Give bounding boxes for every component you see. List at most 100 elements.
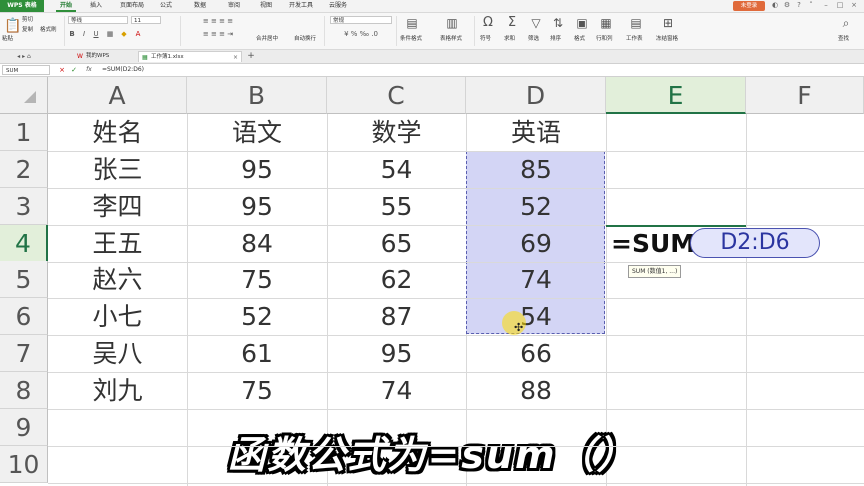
cell-c1[interactable]: 数学 [327,114,466,151]
cell-a4[interactable]: 王五 [48,225,187,262]
cell-d7[interactable]: 66 [466,335,606,372]
collapse-icon[interactable]: ˄ [807,1,815,10]
column-header-d[interactable]: D [466,77,606,114]
cell-b5[interactable]: 75 [187,261,327,298]
freeze-icon[interactable]: ⊞ [660,15,676,31]
paste-button[interactable]: 粘贴 [2,35,13,43]
cell-c7[interactable]: 95 [327,335,466,372]
cell-b8[interactable]: 75 [187,372,327,409]
cell-a5[interactable]: 赵六 [48,261,187,298]
cell-a2[interactable]: 张三 [48,151,187,188]
border-icon[interactable]: ▦ [106,29,114,39]
cell-d6[interactable]: 54 [466,298,606,335]
app-menu-button[interactable]: WPS 表格 [0,0,44,12]
sort-icon[interactable]: ⇅ [550,15,566,31]
merge-center-button[interactable]: 合并居中 [256,35,278,43]
freeze-panes-button[interactable]: 冻结窗格 [656,35,678,43]
filter-button[interactable]: 筛选 [528,35,539,43]
row-header-8[interactable]: 8 [0,372,48,409]
column-header-c[interactable]: C [327,77,466,114]
cell-c3[interactable]: 55 [327,188,466,225]
row-header-1[interactable]: 1 [0,114,48,151]
name-box[interactable]: SUM [2,65,50,75]
format-icon[interactable]: ▣ [574,15,590,31]
table-style-icon[interactable]: ▥ [444,15,460,31]
copy-button[interactable]: 复制 [22,26,33,34]
new-tab-icon[interactable]: + [246,51,256,61]
cell-b4[interactable]: 84 [187,225,327,262]
row-header-6[interactable]: 6 [0,298,48,335]
cell-c4[interactable]: 65 [327,225,466,262]
row-header-9[interactable]: 9 [0,409,48,446]
row-header-4[interactable]: 4 [0,225,48,262]
column-header-f[interactable]: F [746,77,864,114]
column-header-a[interactable]: A [48,77,187,114]
bold-icon[interactable]: B [68,29,76,39]
row-header-5[interactable]: 5 [0,261,48,298]
cell-d2[interactable]: 85 [466,151,606,188]
login-button[interactable]: 未登录 [733,1,765,11]
cell-a7[interactable]: 吴八 [48,335,187,372]
alignment-icons-row2[interactable]: ≡ ≡ ≡ ⇥ [188,29,248,39]
column-header-b[interactable]: B [187,77,327,114]
tab-page-layout[interactable]: 页面布局 [116,0,148,12]
maximize-icon[interactable]: □ [836,1,844,10]
alignment-icons[interactable]: ≡ ≡ ≡ ≡ [188,16,248,26]
sort-button[interactable]: 排序 [550,35,561,43]
cell-c2[interactable]: 54 [327,151,466,188]
help-icon[interactable]: ? [795,1,803,10]
conditional-format-button[interactable]: 条件格式 [400,35,422,43]
active-cell-e4[interactable] [606,225,746,262]
wrap-text-button[interactable]: 自动换行 [294,35,316,43]
tab-cloud[interactable]: 云服务 [326,0,350,12]
tab-workbook[interactable]: ▦ 工作簿1.xlsx × [138,51,242,62]
row-header-7[interactable]: 7 [0,335,48,372]
nav-arrows-icon[interactable]: ◂ ▸ ⌂ [4,52,44,62]
tab-close-icon[interactable]: × [233,52,238,63]
cell-d4[interactable]: 69 [466,225,606,262]
row-col-icon[interactable]: ▦ [598,15,614,31]
number-format-icons[interactable]: ¥ % ‰ .0 [330,29,392,39]
confirm-icon[interactable]: ✓ [70,65,78,75]
cell-d3[interactable]: 52 [466,188,606,225]
conditional-format-icon[interactable]: ▤ [404,15,420,31]
row-col-button[interactable]: 行和列 [596,35,613,43]
cell-b2[interactable]: 95 [187,151,327,188]
cell-d8[interactable]: 88 [466,372,606,409]
filter-icon[interactable]: ▽ [528,15,544,31]
cell-b3[interactable]: 95 [187,188,327,225]
tab-insert[interactable]: 插入 [86,0,106,12]
tab-formulas[interactable]: 公式 [156,0,176,12]
symbol-button[interactable]: 符号 [480,35,491,43]
underline-icon[interactable]: U [92,29,100,39]
format-button[interactable]: 格式 [574,35,585,43]
cell-b1[interactable]: 语文 [187,114,327,151]
cell-d5[interactable]: 74 [466,261,606,298]
italic-icon[interactable]: I [80,29,88,39]
cell-c5[interactable]: 62 [327,261,466,298]
tab-developer[interactable]: 开发工具 [286,0,316,12]
tab-my-wps[interactable]: W 我的WPS [74,51,136,62]
font-size-select[interactable]: 11 [131,16,161,24]
cell-a6[interactable]: 小七 [48,298,187,335]
tab-view[interactable]: 视图 [256,0,276,12]
insert-function-icon[interactable]: fx [84,65,94,75]
tab-home[interactable]: 开始 [56,0,76,12]
row-header-2[interactable]: 2 [0,151,48,188]
cell-b6[interactable]: 52 [187,298,327,335]
settings-icon[interactable]: ⚙ [783,1,791,10]
symbol-icon[interactable]: Ω [480,15,496,31]
formula-input[interactable]: =SUM(D2:D6) [102,65,862,75]
tab-data[interactable]: 数据 [190,0,210,12]
worksheet-button[interactable]: 工作表 [626,35,643,43]
number-format-select[interactable]: 常规 [330,16,392,24]
fill-color-icon[interactable]: ◆ [120,29,128,39]
close-icon[interactable]: × [850,1,858,10]
row-header-3[interactable]: 3 [0,188,48,225]
cell-c8[interactable]: 74 [327,372,466,409]
font-name-select[interactable]: 等线 [68,16,128,24]
sum-icon[interactable]: Σ [504,15,520,31]
worksheet-icon[interactable]: ▤ [628,15,644,31]
skin-icon[interactable]: ◐ [771,1,779,10]
cell-c6[interactable]: 87 [327,298,466,335]
